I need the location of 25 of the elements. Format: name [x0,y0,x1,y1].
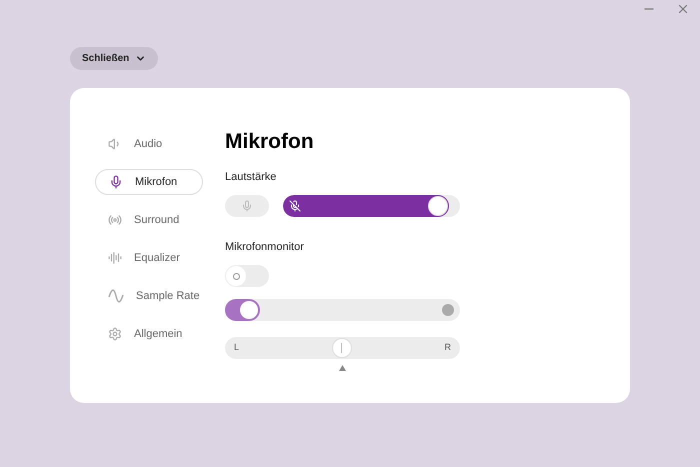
wave-icon [108,288,124,304]
sidebar-item[interactable]: Equalizer [95,245,203,271]
balance-slider[interactable]: L R [225,337,460,359]
sidebar-item[interactable]: Surround [95,207,203,233]
monitor-toggle[interactable] [225,265,269,287]
page-title: Mikrofon [225,129,315,155]
sidebar-item[interactable]: Allgemein [95,321,203,347]
surround-icon [108,213,122,227]
equalizer-icon [108,251,122,265]
monitor-label: Mikrofonmonitor [225,240,305,254]
mic-icon [109,175,123,189]
mic-icon [241,200,253,212]
close-icon[interactable] [676,2,690,16]
sidebar-item[interactable]: Audio [95,131,203,157]
sidebar-item[interactable]: Mikrofon [95,169,203,195]
mute-button[interactable] [225,194,269,216]
monitor-slider[interactable] [225,299,460,321]
center-marker-icon [339,365,346,371]
left-label: L [234,341,240,354]
gear-icon [108,327,122,341]
volume-label: Lautstärke [225,170,278,185]
sidebar-item[interactable]: Sample Rate [95,283,203,309]
mic-off-icon [289,200,301,212]
right-label: R [444,341,451,354]
close-button[interactable]: Schließen [70,47,158,70]
